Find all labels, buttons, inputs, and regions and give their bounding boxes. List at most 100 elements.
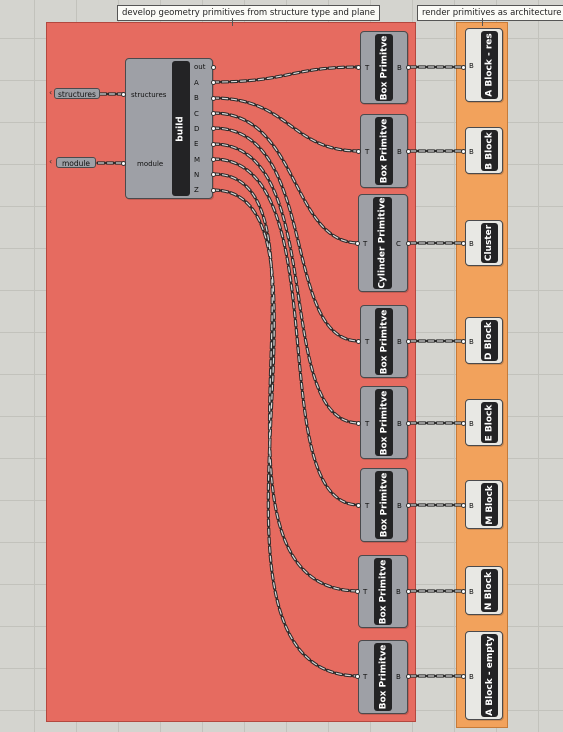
box-primitive-component[interactable]: T Box Primitve B	[360, 305, 408, 378]
port-dot[interactable]	[406, 241, 411, 246]
primitive-output[interactable]: C	[396, 240, 401, 248]
box-primitive-component[interactable]: T Box Primitve B	[358, 640, 408, 714]
block-component-a-empty[interactable]: B A Block - empty	[465, 631, 503, 720]
primitive-output[interactable]: B	[397, 420, 402, 428]
port-dot[interactable]	[461, 241, 466, 246]
primitive-input[interactable]: T	[365, 338, 369, 346]
block-input[interactable]: B	[469, 148, 474, 156]
block-component-n[interactable]: B N Block	[465, 566, 503, 615]
port-dot[interactable]	[356, 339, 361, 344]
port-dot[interactable]	[211, 142, 216, 147]
primitive-name-strip: Box Primitve	[375, 389, 393, 456]
box-primitive-component[interactable]: T Box Primitve B	[360, 468, 408, 542]
port-dot[interactable]	[121, 161, 126, 166]
build-output-A[interactable]: A	[194, 79, 199, 87]
build-input-structures[interactable]: structures	[131, 91, 166, 99]
primitive-input[interactable]: T	[363, 240, 367, 248]
param-structures[interactable]: structures	[54, 88, 100, 99]
port-dot[interactable]	[211, 126, 216, 131]
port-dot[interactable]	[356, 65, 361, 70]
param-module[interactable]: module	[56, 157, 96, 168]
build-output-C[interactable]: C	[194, 110, 199, 118]
box-primitive-component[interactable]: T Box Primitve B	[358, 555, 408, 628]
primitive-output[interactable]: B	[397, 502, 402, 510]
port-dot[interactable]	[406, 421, 411, 426]
block-input[interactable]: B	[469, 420, 474, 428]
block-component-e[interactable]: B E Block	[465, 399, 503, 446]
primitive-name-strip: Cylinder Primitive	[373, 197, 392, 289]
port-dot[interactable]	[355, 589, 360, 594]
primitive-input[interactable]: T	[365, 420, 369, 428]
port-dot[interactable]	[406, 589, 411, 594]
port-dot[interactable]	[121, 92, 126, 97]
port-dot[interactable]	[461, 149, 466, 154]
build-output-M[interactable]: M	[194, 156, 200, 164]
block-input[interactable]: B	[469, 502, 474, 510]
port-dot[interactable]	[211, 80, 216, 85]
build-name: build	[176, 115, 186, 142]
port-dot[interactable]	[406, 674, 411, 679]
build-output-D[interactable]: D	[194, 125, 199, 133]
port-dot[interactable]	[211, 111, 216, 116]
build-component[interactable]: structures module build out A B C D E M …	[125, 58, 213, 199]
port-dot[interactable]	[406, 339, 411, 344]
port-dot[interactable]	[406, 149, 411, 154]
port-dot[interactable]	[356, 149, 361, 154]
build-output-N[interactable]: N	[194, 171, 199, 179]
box-primitive-component[interactable]: T Box Primitve B	[360, 114, 408, 188]
block-name: A Block - res	[484, 33, 495, 97]
block-input[interactable]: B	[469, 240, 474, 248]
build-input-module[interactable]: module	[137, 160, 163, 168]
box-primitive-component[interactable]: T Box Primitve B	[360, 386, 408, 459]
port-dot[interactable]	[211, 65, 216, 70]
cylinder-primitive-component[interactable]: T Cylinder Primitive C	[358, 194, 408, 292]
build-output-out[interactable]: out	[194, 63, 205, 71]
block-name-strip: Cluster	[481, 223, 498, 263]
port-dot[interactable]	[461, 589, 466, 594]
primitive-output[interactable]: B	[396, 588, 401, 596]
port-dot[interactable]	[406, 503, 411, 508]
port-dot[interactable]	[461, 503, 466, 508]
build-output-B[interactable]: B	[194, 94, 199, 102]
port-dot[interactable]	[211, 157, 216, 162]
block-input[interactable]: B	[469, 673, 474, 681]
port-dot[interactable]	[355, 674, 360, 679]
primitive-name: Box Primitve	[379, 390, 389, 455]
port-dot[interactable]	[406, 65, 411, 70]
block-name: B Block	[484, 131, 495, 170]
primitive-input[interactable]: T	[363, 588, 367, 596]
primitive-output[interactable]: B	[397, 64, 402, 72]
port-dot[interactable]	[356, 421, 361, 426]
block-component-b[interactable]: B B Block	[465, 127, 503, 174]
primitive-input[interactable]: T	[365, 64, 369, 72]
port-dot[interactable]	[355, 241, 360, 246]
port-dot[interactable]	[461, 339, 466, 344]
port-dot[interactable]	[356, 503, 361, 508]
primitive-name: Box Primitve	[378, 559, 388, 624]
port-dot[interactable]	[211, 188, 216, 193]
primitive-input[interactable]: T	[365, 502, 369, 510]
block-component-m[interactable]: B M Block	[465, 480, 503, 529]
block-component-d[interactable]: B D Block	[465, 317, 503, 364]
port-dot[interactable]	[211, 96, 216, 101]
build-output-Z[interactable]: Z	[194, 186, 199, 194]
wires-layer	[96, 65, 466, 678]
wire-B	[211, 96, 361, 153]
primitive-input[interactable]: T	[363, 673, 367, 681]
primitive-output[interactable]: B	[397, 338, 402, 346]
primitive-output[interactable]: B	[397, 148, 402, 156]
primitive-output[interactable]: B	[396, 673, 401, 681]
block-component-cluster[interactable]: B Cluster	[465, 220, 503, 266]
port-dot[interactable]	[461, 421, 466, 426]
build-output-E[interactable]: E	[194, 140, 198, 148]
block-component-a-res[interactable]: B A Block - res	[465, 28, 503, 102]
box-primitive-component[interactable]: T Box Primitve B	[360, 31, 408, 104]
param-grip-icon: ‹	[49, 88, 53, 97]
block-input[interactable]: B	[469, 62, 474, 70]
port-dot[interactable]	[461, 674, 466, 679]
port-dot[interactable]	[461, 65, 466, 70]
block-input[interactable]: B	[469, 588, 474, 596]
port-dot[interactable]	[211, 172, 216, 177]
block-input[interactable]: B	[469, 338, 474, 346]
primitive-input[interactable]: T	[365, 148, 369, 156]
